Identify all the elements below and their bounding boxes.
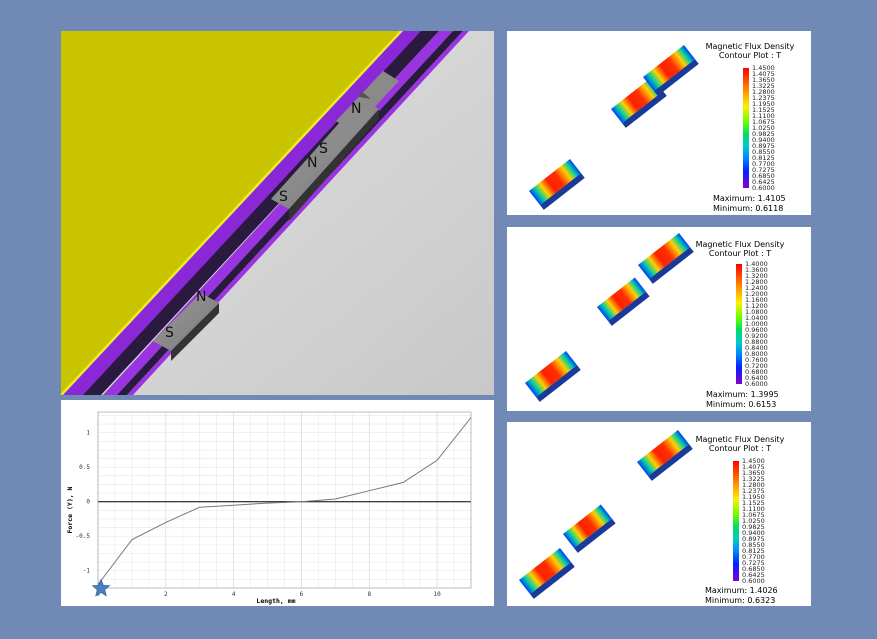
scale-label: 0.6000 (745, 380, 768, 388)
contour-3-magnet-b (563, 504, 616, 553)
contour-1-maximum: Maximum: 1.4105 (713, 194, 786, 203)
contour-plot-2: Magnetic Flux Density Contour Plot : T 1… (507, 227, 811, 411)
y-axis-label: Force (Y), N (66, 486, 74, 533)
contour-3-minimum: Minimum: 0.6323 (705, 596, 776, 605)
contour-2-minimum: Minimum: 0.6153 (706, 400, 777, 409)
contour-3-title-line2: Contour Plot : T (708, 444, 772, 453)
scale-label: 0.6000 (752, 184, 775, 192)
contour-1-minimum: Minimum: 0.6118 (713, 204, 784, 213)
force-chart-panel: 024681010.50-0.5-1 Length, mm Force (Y),… (61, 400, 494, 606)
x-tick-label: 4 (232, 591, 236, 598)
x-axis-label: Length, mm (256, 597, 295, 605)
contour-3-title: Magnetic Flux Density Contour Plot : T (685, 435, 795, 453)
x-tick-label: 6 (300, 591, 304, 598)
start-star-marker (91, 578, 111, 597)
magnet-label-n1: N (196, 289, 206, 305)
x-tick-label: 10 (433, 591, 441, 598)
contour-1-color-scale (743, 68, 749, 188)
contour-2-color-scale (736, 264, 742, 384)
y-tick-label: 1 (86, 430, 90, 437)
y-tick-label: -1 (83, 568, 91, 575)
contour-1-title-line1: Magnetic Flux Density (705, 42, 795, 51)
contour-1-magnet-a (529, 158, 585, 210)
magnet-label-n2: N (307, 155, 317, 171)
magnet-label-s3: S (319, 141, 328, 157)
contour-2-title-line1: Magnetic Flux Density (695, 240, 785, 249)
magnet-label-n3: N (351, 101, 361, 117)
contour-3-color-scale (733, 461, 739, 581)
contour-2-scale-labels: 1.4000 1.3600 1.3200 1.2800 1.2400 1.2000 1.16… (745, 261, 768, 388)
y-tick-label: 0.5 (79, 464, 90, 471)
contour-1-stats: Maximum: 1.4105 Minimum: 0.6118 (713, 194, 786, 214)
contour-plot-1: Magnetic Flux Density Contour Plot : T 1… (507, 31, 811, 215)
contour-1-scale-labels: 1.4500 1.4075 1.3650 1.3225 1.2800 1.2375 1.19… (752, 65, 775, 192)
contour-2-magnet-b (597, 277, 650, 326)
contour-3-scale-labels: 1.4500 1.4075 1.3650 1.3225 1.2800 1.2375 1.19… (742, 458, 765, 585)
magnet-rail-3d-view: S N S N S N (61, 31, 494, 395)
contour-2-maximum: Maximum: 1.3995 (706, 390, 779, 399)
contour-plot-3: Magnetic Flux Density Contour Plot : T 1… (507, 422, 811, 606)
contour-3-title-line1: Magnetic Flux Density (695, 435, 785, 444)
contour-2-title: Magnetic Flux Density Contour Plot : T (685, 240, 795, 258)
contour-2-magnet-a (525, 350, 581, 402)
contour-1-title-line2: Contour Plot : T (718, 51, 782, 60)
contour-3-maximum: Maximum: 1.4026 (705, 586, 778, 595)
x-tick-label: 2 (164, 591, 168, 598)
y-tick-label: 0 (86, 499, 90, 506)
scale-label: 0.6000 (742, 577, 765, 585)
rail-scene-svg: S N S N S N (61, 31, 494, 395)
y-tick-label: -0.5 (76, 533, 91, 540)
contour-2-title-line2: Contour Plot : T (708, 249, 772, 258)
magnet-label-s1: S (165, 325, 174, 341)
chart-grid (97, 412, 472, 589)
contour-3-magnet-a (519, 547, 575, 599)
x-tick-label: 8 (367, 591, 371, 598)
magnet-label-s2: S (279, 189, 288, 205)
contour-3-stats: Maximum: 1.4026 Minimum: 0.6323 (705, 586, 778, 606)
force-chart: 024681010.50-0.5-1 Length, mm Force (Y),… (66, 411, 472, 605)
contour-2-stats: Maximum: 1.3995 Minimum: 0.6153 (706, 390, 779, 410)
contour-1-title: Magnetic Flux Density Contour Plot : T (695, 42, 805, 60)
